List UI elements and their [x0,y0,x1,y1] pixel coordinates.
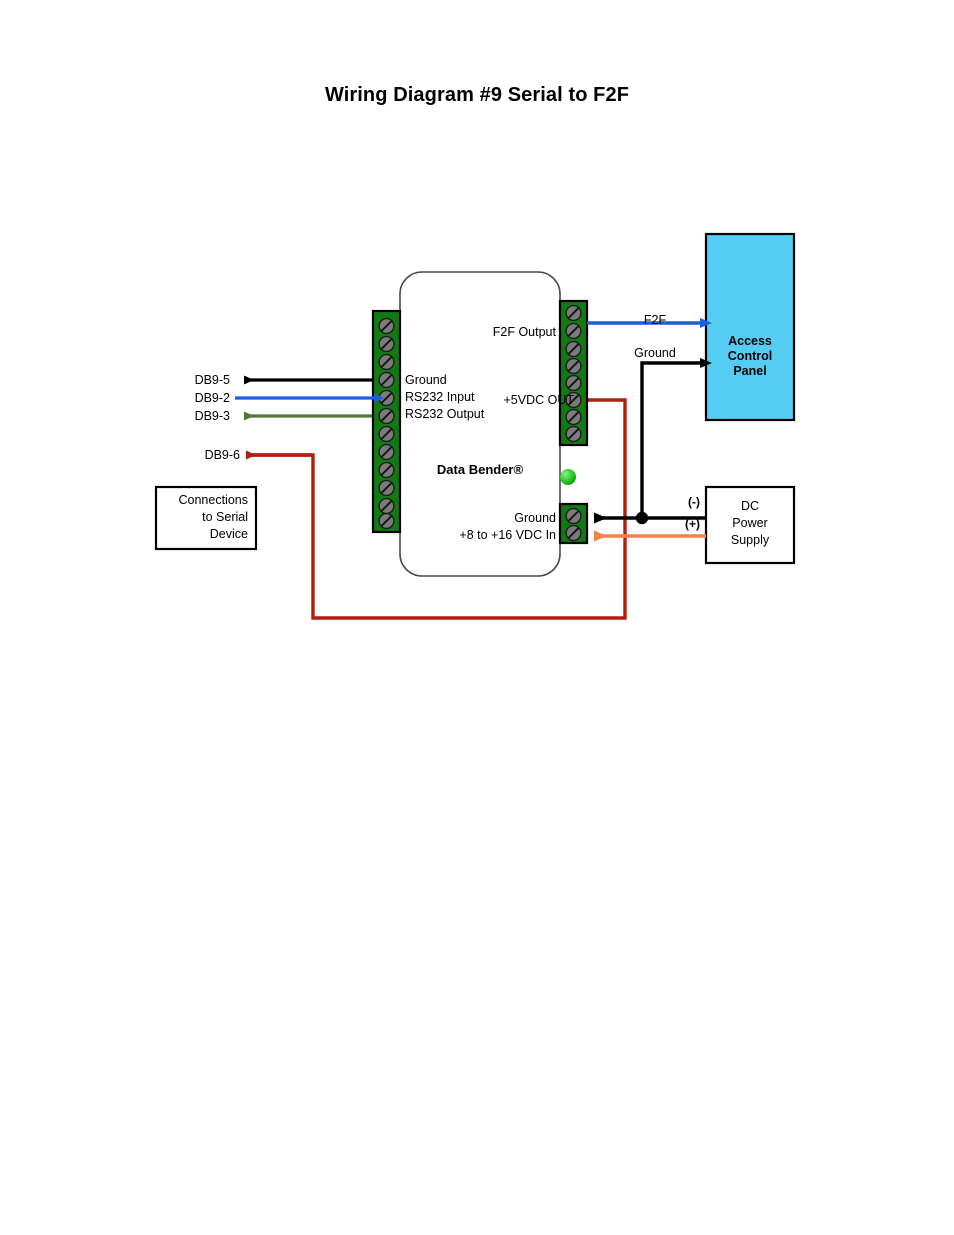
label-left-ground: Ground [405,373,447,387]
access-panel-line3: Panel [733,364,767,378]
label-5vdc-out: +5VDC OUT [503,393,574,407]
label-rs232-output: RS232 Output [405,407,485,421]
serial-box-line3: Device [209,527,248,541]
power-supply-line1: DC [740,499,760,513]
terminal-screw[interactable] [565,304,582,322]
label-db9-2: DB9-2 [194,391,230,405]
terminal-screw[interactable] [378,443,395,461]
label-db9-5: DB9-5 [194,373,230,387]
label-db9-6: DB9-6 [204,448,240,462]
power-terminal-block[interactable] [558,502,589,545]
label-db9-3: DB9-3 [194,409,230,423]
wire-junction-dot [635,511,649,525]
left-terminal-block[interactable] [371,309,402,534]
terminal-screw[interactable] [378,317,395,335]
terminal-screw[interactable] [378,335,395,353]
label-wire-ground: Ground [634,346,676,360]
serial-box-line1: Connections [178,493,249,507]
terminal-screw[interactable] [378,353,395,371]
wiring-diagram-svg [154,232,796,620]
label-f2f-output: F2F Output [492,325,556,339]
access-panel-line2: Control [727,349,773,363]
access-panel-line1: Access [728,334,772,348]
terminal-screw[interactable] [378,461,395,479]
terminal-screw[interactable] [565,357,582,375]
label-wire-f2f: F2F [643,313,667,327]
terminal-screw[interactable] [378,371,395,389]
terminal-screw[interactable] [565,322,582,340]
terminal-screw[interactable] [565,374,582,392]
diagram-canvas: Wiring Diagram #9 Serial to F2F Ground R… [0,0,954,1235]
access-control-panel-box [704,232,796,422]
serial-box-line2: to Serial [202,510,248,524]
terminal-screw[interactable] [565,507,582,525]
label-dc-negative: (-) [688,495,700,509]
terminal-screw[interactable] [378,512,395,530]
terminal-screw[interactable] [378,425,395,443]
label-power-ground: Ground [514,511,556,525]
power-supply-line3: Supply [730,533,770,547]
terminal-screw[interactable] [378,479,395,497]
label-vdc-in: +8 to +16 VDC In [459,528,556,542]
terminal-screw[interactable] [565,340,582,358]
terminal-screw[interactable] [378,497,395,515]
right-terminal-block[interactable] [558,299,589,447]
terminal-screw[interactable] [565,524,582,542]
label-brand: Data Bender® [436,462,524,477]
power-led-icon [560,469,576,485]
terminal-screw[interactable] [565,408,582,426]
label-dc-positive: (+) [685,517,700,531]
terminal-screw[interactable] [378,389,395,407]
power-supply-line2: Power [732,516,768,530]
terminal-screw[interactable] [565,425,582,443]
terminal-screw[interactable] [378,407,395,425]
